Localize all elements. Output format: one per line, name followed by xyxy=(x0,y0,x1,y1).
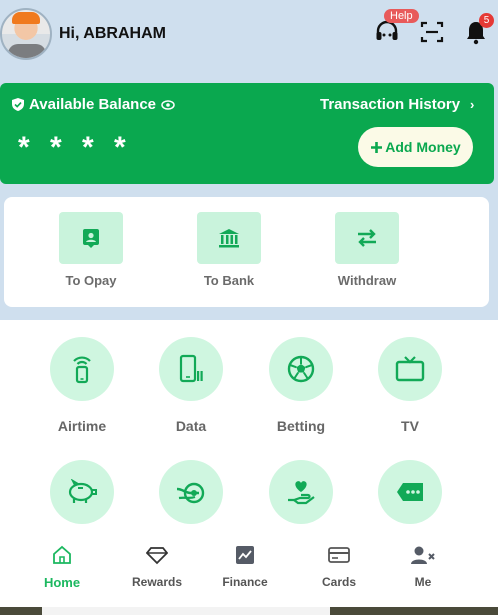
nav-me[interactable]: Me xyxy=(388,543,458,589)
heart-hand-icon xyxy=(288,481,315,505)
soccer-ball-icon xyxy=(287,355,315,383)
phone-signal-icon xyxy=(73,356,91,384)
bottom-nav: Home Rewards Finance Cards Me xyxy=(0,525,498,607)
notification-count-badge: 5 xyxy=(479,13,494,28)
user-icon xyxy=(411,546,435,564)
add-money-button[interactable]: Add Money xyxy=(358,127,473,167)
card-icon xyxy=(328,547,350,563)
data-button[interactable]: Data xyxy=(158,337,224,434)
tv-icon xyxy=(395,356,425,382)
to-bank-button[interactable]: To Bank xyxy=(196,212,262,288)
greeting-text: Hi, ABRAHAM xyxy=(59,25,166,42)
transfer-card: To Opay To Bank Withdraw xyxy=(4,197,489,307)
nav-rewards[interactable]: Rewards xyxy=(122,543,192,589)
nav-finance[interactable]: Finance xyxy=(210,543,280,589)
diamond-icon xyxy=(146,547,168,565)
home-icon xyxy=(53,545,71,564)
loan-button[interactable] xyxy=(158,460,224,524)
scan-icon[interactable] xyxy=(418,18,446,46)
bank-icon xyxy=(219,229,239,248)
donate-button[interactable] xyxy=(268,460,334,524)
betting-button[interactable]: Betting xyxy=(268,337,334,434)
nav-home[interactable]: Home xyxy=(27,543,97,590)
more-icon xyxy=(397,483,423,501)
swap-icon xyxy=(358,229,376,247)
transaction-history-link[interactable]: Transaction History › xyxy=(320,96,474,113)
eye-icon[interactable] xyxy=(161,99,175,111)
header: Hi, ABRAHAM Help 5 xyxy=(0,0,498,70)
loan-icon xyxy=(176,482,205,504)
piggy-bank-icon xyxy=(68,479,97,503)
tv-button[interactable]: TV xyxy=(377,337,443,434)
wallet-icon xyxy=(83,229,99,248)
chart-icon xyxy=(236,546,254,564)
avatar[interactable] xyxy=(0,8,52,60)
services-grid: Airtime Data Betting TV xyxy=(0,320,498,525)
more-button[interactable] xyxy=(377,460,443,524)
footer-strip xyxy=(0,607,498,615)
masked-balance: * * * * xyxy=(18,131,132,164)
airtime-button[interactable]: Airtime xyxy=(49,337,115,434)
available-balance-label: Available Balance xyxy=(12,96,175,113)
plus-icon xyxy=(371,141,383,153)
shield-check-icon xyxy=(12,98,24,111)
help-badge[interactable]: Help xyxy=(384,9,419,23)
nav-cards[interactable]: Cards xyxy=(304,543,374,589)
chevron-right-icon: › xyxy=(470,97,475,112)
savings-button[interactable] xyxy=(49,460,115,524)
to-opay-button[interactable]: To Opay xyxy=(58,212,124,288)
withdraw-button[interactable]: Withdraw xyxy=(334,212,400,288)
data-phone-icon xyxy=(179,354,203,383)
